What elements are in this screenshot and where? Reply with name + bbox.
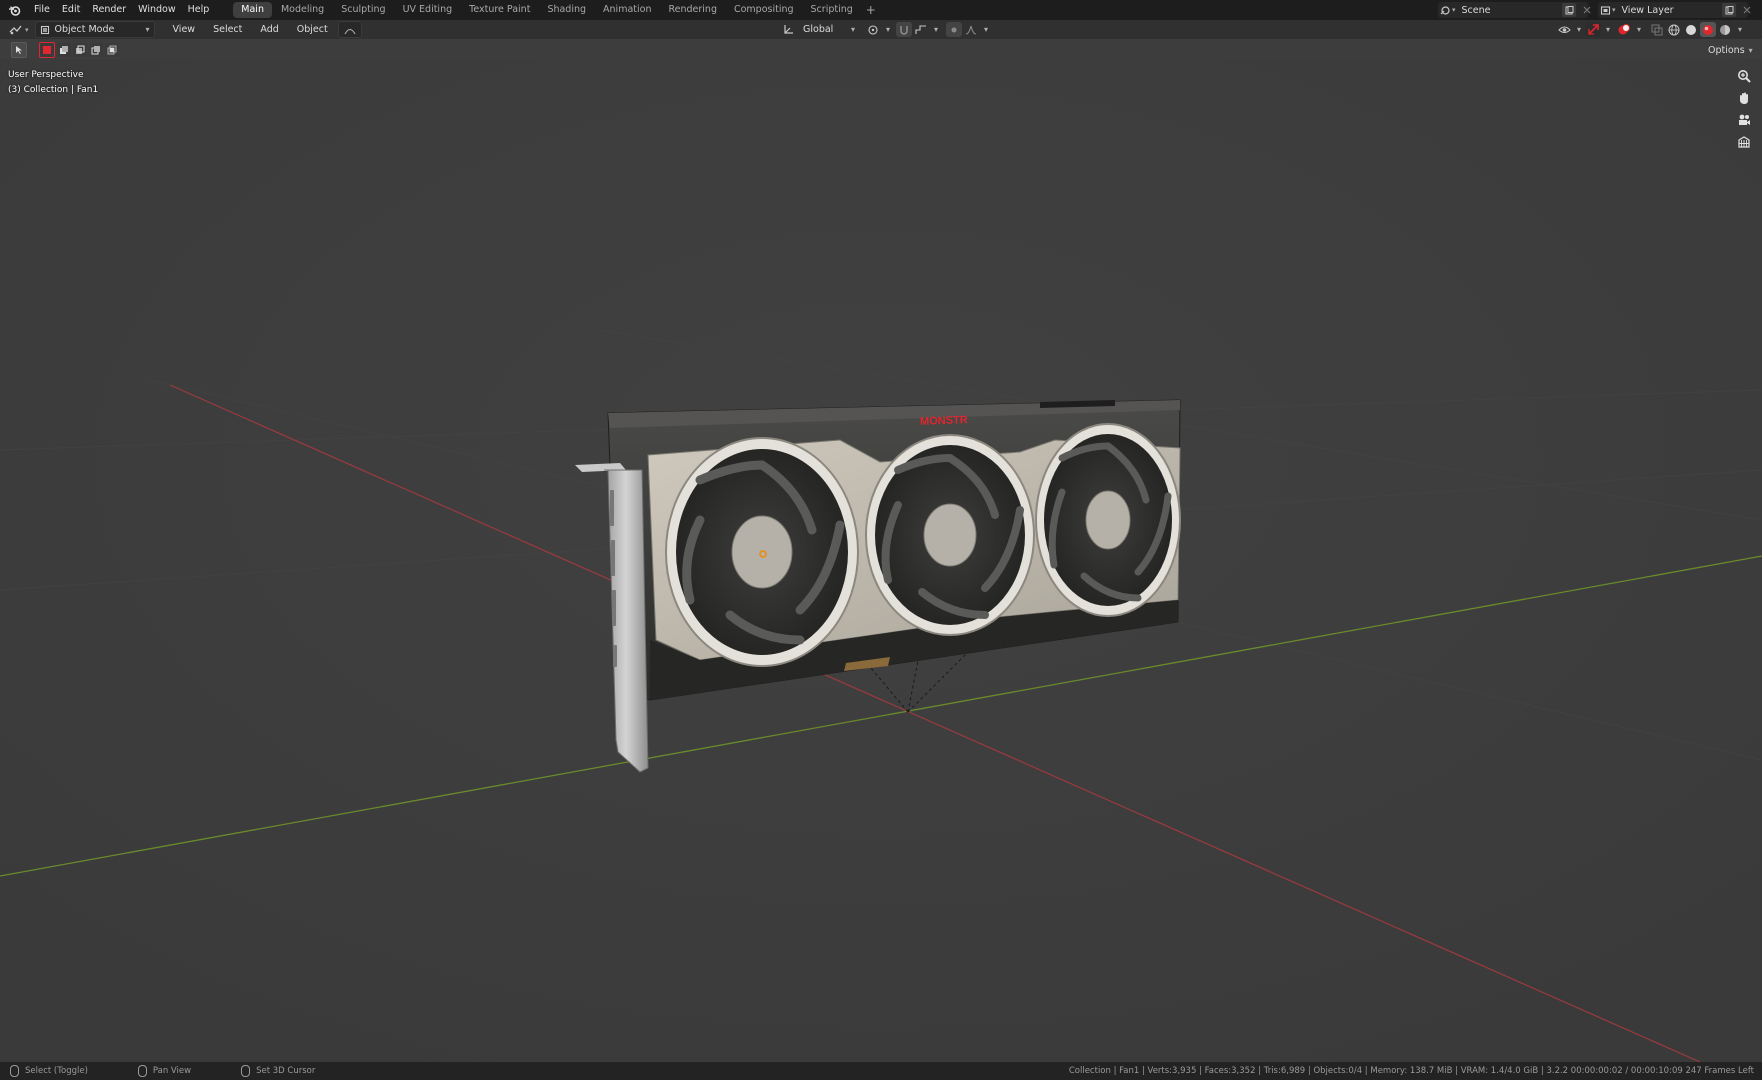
mouse-left-icon (10, 1065, 19, 1077)
card-logo: MONSTR (920, 414, 968, 428)
mouse-right-icon (241, 1065, 251, 1077)
mouse-middle-icon (137, 1065, 147, 1077)
pan-hand-icon[interactable] (1734, 88, 1754, 108)
fan-2[interactable] (865, 434, 1035, 636)
status-select-label: Select (Toggle) (25, 1066, 88, 1076)
ortho-grid-icon[interactable] (1734, 132, 1754, 152)
status-bar: Select (Toggle) Pan View Set 3D Cursor C… (0, 1062, 1762, 1080)
scene-statistics: Collection | Fan1 | Verts:3,935 | Faces:… (1068, 1066, 1754, 1076)
viewport-perspective-label: User Perspective (8, 70, 84, 80)
camera-view-icon[interactable] (1734, 110, 1754, 130)
viewport-collection-label: (3) Collection | Fan1 (8, 85, 99, 95)
viewport-canvas[interactable]: MONSTR (0, 0, 1762, 1080)
zoom-icon[interactable] (1734, 66, 1754, 86)
status-pan-hint: Pan View (137, 1065, 192, 1077)
status-select-hint: Select (Toggle) (10, 1065, 88, 1077)
status-pan-label: Pan View (152, 1066, 192, 1076)
fan-1[interactable] (665, 437, 859, 667)
status-cursor-hint: Set 3D Cursor (241, 1065, 315, 1077)
fan-3[interactable] (1035, 423, 1181, 617)
status-cursor-label: Set 3D Cursor (256, 1066, 316, 1076)
